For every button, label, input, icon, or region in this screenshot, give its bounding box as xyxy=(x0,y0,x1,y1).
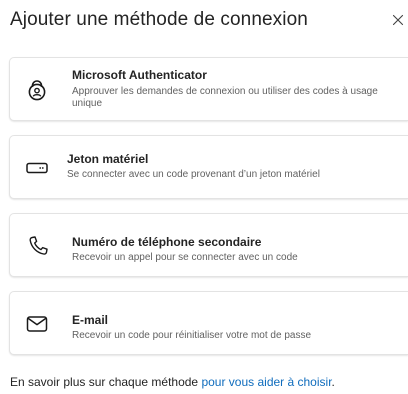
option-name: Jeton matériel xyxy=(67,152,149,166)
option-name: E-mail xyxy=(72,313,109,327)
learn-more-link[interactable]: pour vous aider à choisir xyxy=(201,375,331,389)
learn-more-suffix: . xyxy=(331,375,335,389)
dialog-title: Ajouter une méthode de connexion xyxy=(10,9,308,30)
close-icon[interactable] xyxy=(390,12,406,28)
add-sign-in-method-dialog: Ajouter une méthode de connexion Microso… xyxy=(0,0,408,394)
option-description: Recevoir un appel pour se connecter avec… xyxy=(72,252,298,263)
option-hardware-token[interactable]: Jeton matériel Se connecter avec un code… xyxy=(9,135,408,199)
option-microsoft-authenticator[interactable]: Microsoft Authenticator Approuver les de… xyxy=(9,57,408,121)
option-name: Microsoft Authenticator xyxy=(72,68,207,82)
learn-more-text: En savoir plus sur chaque méthode pour v… xyxy=(10,375,335,389)
phone-icon xyxy=(26,234,50,258)
hardware-token-icon xyxy=(25,156,49,180)
option-email[interactable]: E-mail Recevoir un code pour réinitialis… xyxy=(9,291,408,355)
mail-icon xyxy=(25,312,49,336)
option-description: Approuver les demandes de connexion ou u… xyxy=(72,86,378,109)
option-description: Recevoir un code pour réinitialiser votr… xyxy=(72,330,312,341)
option-alternate-phone[interactable]: Numéro de téléphone secondaire Recevoir … xyxy=(9,213,408,277)
method-options-list: Microsoft Authenticator Approuver les de… xyxy=(9,57,408,369)
authenticator-lock-icon xyxy=(25,78,49,102)
option-description: Se connecter avec un code provenant d’un… xyxy=(67,169,320,180)
option-name: Numéro de téléphone secondaire xyxy=(72,235,262,249)
learn-more-prefix: En savoir plus sur chaque méthode xyxy=(10,375,202,389)
